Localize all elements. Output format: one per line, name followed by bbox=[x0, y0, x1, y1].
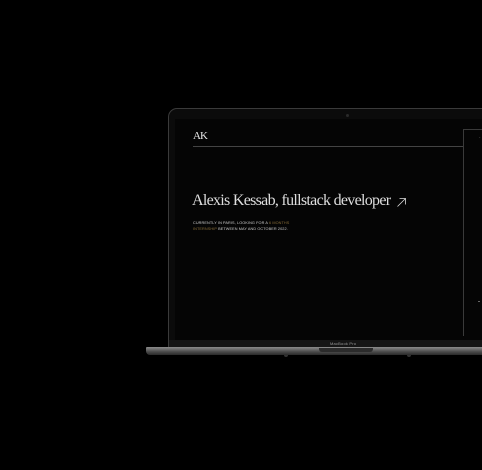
side-panel-marker: · bbox=[479, 135, 481, 141]
header-divider bbox=[193, 146, 463, 147]
site-logo[interactable]: AK bbox=[193, 130, 208, 142]
stage: AK · Alexis Kessab, fullstack developer … bbox=[0, 0, 482, 470]
hero-headline-link[interactable]: Alexis Kessab, fullstack developer bbox=[192, 192, 407, 210]
side-panel-tick bbox=[478, 301, 480, 302]
model-label: MacBook Pro bbox=[330, 341, 357, 346]
camera-icon bbox=[346, 114, 349, 117]
availability-text-part1: Currently in Paris, looking for a bbox=[193, 221, 269, 225]
laptop-screen: AK · Alexis Kessab, fullstack developer … bbox=[175, 119, 482, 341]
arrow-up-right-icon bbox=[397, 197, 407, 207]
laptop-base bbox=[146, 347, 482, 355]
laptop-foot bbox=[284, 355, 288, 357]
availability-text: Currently in Paris, looking for a 6 mont… bbox=[193, 220, 313, 232]
availability-text-part2: between May and October 2022. bbox=[216, 227, 288, 231]
side-panel bbox=[463, 129, 482, 336]
laptop-notch bbox=[319, 348, 373, 352]
laptop-foot bbox=[407, 355, 411, 357]
hero-headline: Alexis Kessab, fullstack developer bbox=[192, 192, 391, 209]
